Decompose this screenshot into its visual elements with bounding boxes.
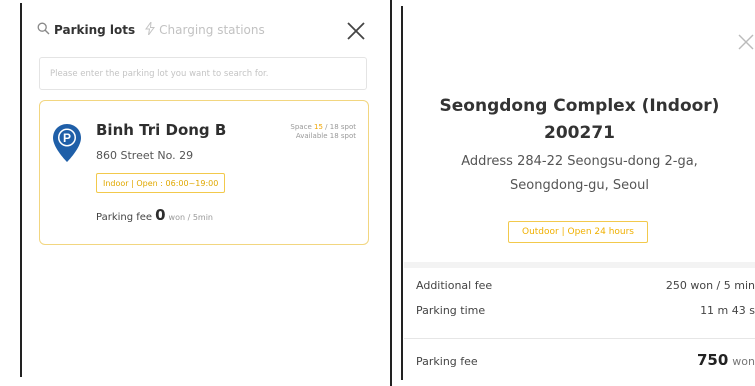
lot-fee-value: 0 [155,206,166,224]
lot-space-info: Space 15 / 18 spot Available 18 spot [290,123,356,140]
space-used: 15 [314,123,323,131]
detail-address-line1: Address 284-22 Seongsu-dong 2-ga, [461,154,698,169]
lot-hours-badge: Indoor | Open : 06:00~19:00 [96,173,226,193]
section-divider [404,262,755,268]
divider-right-panel [401,6,403,380]
lot-fee-label: Parking fee [96,212,153,223]
tab-bar: Parking lots Charging stations [37,20,265,38]
close-icon [347,22,365,40]
lightning-icon [145,20,156,38]
search-input[interactable]: Please enter the parking lot you want to… [39,57,367,90]
divider-middle [390,0,392,386]
available-label: Available [295,132,328,140]
parking-detail-panel: Seongdong Complex (Indoor) 200271 Addres… [404,8,755,380]
close-button[interactable] [345,20,367,42]
tab-parking-lots[interactable]: Parking lots [37,22,135,38]
svg-text:P: P [63,131,71,145]
row-divider [404,338,755,339]
additional-fee-label: Additional fee [416,279,493,292]
parking-fee-row: Parking fee 750 won [416,351,755,369]
parking-time-label: Parking time [416,304,486,317]
detail-title: Seongdong Complex (Indoor) 200271 [404,93,755,147]
parking-fee-total: 750 won [697,351,755,369]
detail-title-line2: 200271 [544,123,615,143]
parking-search-panel: Parking lots Charging stations Please en… [27,8,380,378]
detail-address-line2: Seongdong-gu, Seoul [510,178,649,193]
lot-fee: Parking fee 0 won / 5min [96,206,213,224]
detail-title-line1: Seongdong Complex (Indoor) [439,96,720,116]
detail-close-button[interactable] [736,32,755,52]
tab-charging-stations[interactable]: Charging stations [145,20,265,38]
space-total: 18 spot [329,123,356,131]
additional-fee-value: 250 won / 5 min [665,279,755,292]
parking-fee-unit: won [732,355,755,368]
space-label: Space [290,123,312,131]
lot-name: Binh Tri Dong B [96,121,227,139]
close-icon [738,34,754,50]
parking-time-row: Parking time 11 m 43 s [416,304,755,317]
parking-lot-card[interactable]: P Binh Tri Dong B 860 Street No. 29 Indo… [39,100,369,245]
divider-left [20,3,22,377]
search-placeholder: Please enter the parking lot you want to… [50,68,269,79]
tab-parking-lots-label: Parking lots [54,23,136,37]
available-value: 18 spot [329,132,356,140]
parking-time-value: 11 m 43 s [700,304,755,317]
lot-fee-unit: won / 5min [168,213,213,222]
tab-charging-stations-label: Charging stations [159,23,265,37]
detail-address: Address 284-22 Seongsu-dong 2-ga, Seongd… [404,150,755,198]
search-icon [37,22,50,38]
lot-address: 860 Street No. 29 [96,149,194,162]
additional-fee-row: Additional fee 250 won / 5 min [416,279,755,292]
parking-fee-label: Parking fee [416,355,478,368]
parking-fee-value: 750 [696,351,729,369]
detail-hours-badge: Outdoor | Open 24 hours [508,221,648,243]
parking-pin-icon: P [52,123,82,167]
